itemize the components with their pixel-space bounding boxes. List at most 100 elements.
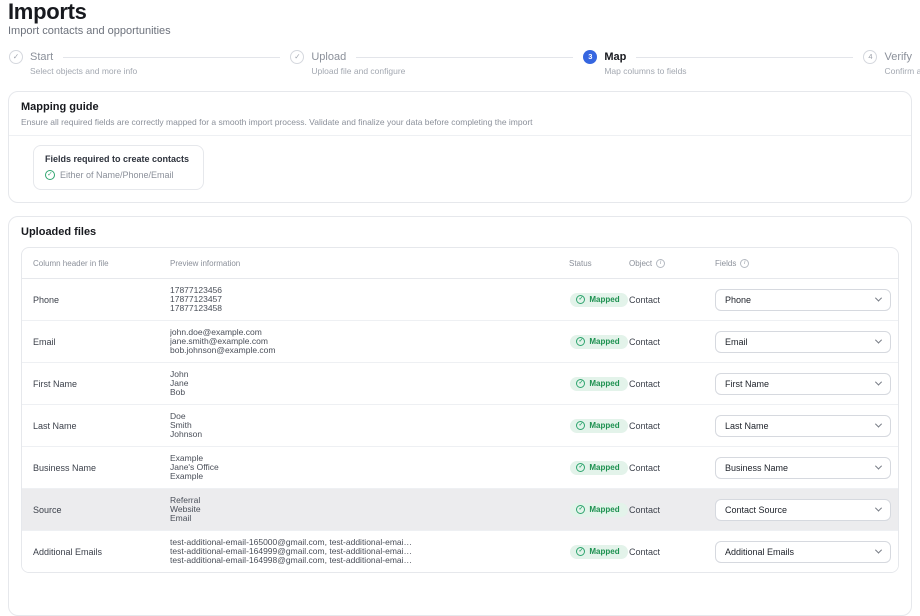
status-label: Mapped: [589, 505, 619, 515]
column-name: Source: [33, 505, 170, 515]
preview-values: JohnJaneBob: [170, 370, 569, 397]
stepper-step[interactable]: 3 Map Map columns to fields: [583, 50, 626, 64]
object-name: Contact: [629, 505, 715, 515]
required-fields-requirement: Either of Name/Phone/Email: [60, 170, 174, 180]
table-row[interactable]: Last Name DoeSmithJohnson ✓ Mapped Conta…: [22, 404, 898, 446]
table-row[interactable]: Additional Emails test-additional-email-…: [22, 530, 898, 572]
status-label: Mapped: [589, 379, 619, 389]
column-name: Email: [33, 337, 170, 347]
object-name: Contact: [629, 379, 715, 389]
status-label: Mapped: [589, 547, 619, 557]
header-status: Status: [569, 259, 629, 268]
status-badge: ✓ Mapped: [570, 461, 627, 475]
status-badge: ✓ Mapped: [570, 419, 627, 433]
field-select[interactable]: Additional Emails: [715, 541, 891, 563]
preview-values: ExampleJane's OfficeExample: [170, 454, 569, 481]
imports-page: Imports Import contacts and opportunitie…: [0, 0, 920, 616]
chevron-down-icon: [875, 337, 882, 344]
status-badge: ✓ Mapped: [570, 335, 627, 349]
step-description: Upload file and configure: [311, 66, 405, 76]
header-column-name: Column header in file: [33, 259, 170, 268]
check-circle-icon: ✓: [576, 421, 585, 430]
chevron-down-icon: [875, 379, 882, 386]
mapping-guide-card: Mapping guide Ensure all required fields…: [8, 91, 912, 203]
field-select[interactable]: Business Name: [715, 457, 891, 479]
field-select-value: Contact Source: [725, 505, 787, 515]
step-label: Upload: [311, 50, 346, 64]
step-label: Verify: [884, 50, 912, 64]
step-description: Select objects and more info: [30, 66, 137, 76]
table-header-row: Column header in file Preview informatio…: [22, 248, 898, 279]
field-select-value: Email: [725, 337, 748, 347]
page-subtitle: Import contacts and opportunities: [8, 26, 912, 37]
field-select[interactable]: First Name: [715, 373, 891, 395]
check-circle-icon: ✓: [576, 505, 585, 514]
check-circle-icon: ✓: [576, 379, 585, 388]
required-fields-title: Fields required to create contacts: [45, 154, 189, 164]
preview-values: test-additional-email-165000@gmail.com, …: [170, 538, 569, 565]
header-preview: Preview information: [170, 259, 569, 268]
object-name: Contact: [629, 463, 715, 473]
table-body: Phone 178771234561787712345717877123458 …: [22, 279, 898, 572]
chevron-down-icon: [875, 547, 882, 554]
column-name: Phone: [33, 295, 170, 305]
step-description: Confirm and finalize selection: [884, 66, 920, 76]
header-fields: Fieldsi: [715, 259, 891, 268]
mapping-table: Column header in file Preview informatio…: [21, 247, 899, 573]
check-circle-icon: ✓: [576, 295, 585, 304]
step-indicator: 3: [583, 50, 597, 64]
step-connector: [356, 57, 573, 58]
field-select-value: Last Name: [725, 421, 769, 431]
object-name: Contact: [629, 421, 715, 431]
stepper-step[interactable]: ✓ Start Select objects and more info: [9, 50, 53, 64]
chevron-down-icon: [875, 463, 882, 470]
field-select-value: First Name: [725, 379, 769, 389]
preview-values: DoeSmithJohnson: [170, 412, 569, 439]
page-title: Imports: [8, 2, 912, 22]
step-connector: [63, 57, 280, 58]
required-fields-card: Fields required to create contacts ✓ Eit…: [33, 145, 204, 190]
field-select-value: Additional Emails: [725, 547, 794, 557]
column-name: Additional Emails: [33, 547, 170, 557]
table-row[interactable]: Phone 178771234561787712345717877123458 …: [22, 279, 898, 320]
uploaded-files-card: Uploaded files Column header in file Pre…: [8, 216, 912, 616]
step-connector: [636, 57, 853, 58]
import-stepper: ✓ Start Select objects and more info ✓ U…: [8, 50, 912, 77]
info-icon[interactable]: i: [656, 259, 665, 268]
chevron-down-icon: [875, 421, 882, 428]
step-label: Map: [604, 50, 626, 64]
object-name: Contact: [629, 337, 715, 347]
status-label: Mapped: [589, 463, 619, 473]
column-name: First Name: [33, 379, 170, 389]
chevron-down-icon: [875, 295, 882, 302]
check-circle-icon: ✓: [576, 337, 585, 346]
table-row[interactable]: Email john.doe@example.comjane.smith@exa…: [22, 320, 898, 362]
stepper-step[interactable]: ✓ Upload Upload file and configure: [290, 50, 346, 64]
table-row[interactable]: Business Name ExampleJane's OfficeExampl…: [22, 446, 898, 488]
status-label: Mapped: [589, 421, 619, 431]
field-select[interactable]: Phone: [715, 289, 891, 311]
check-circle-icon: ✓: [576, 463, 585, 472]
status-badge: ✓ Mapped: [570, 503, 627, 517]
status-label: Mapped: [589, 337, 619, 347]
info-icon[interactable]: i: [740, 259, 749, 268]
status-label: Mapped: [589, 295, 619, 305]
field-select[interactable]: Last Name: [715, 415, 891, 437]
table-row[interactable]: Source ReferralWebsiteEmail ✓ Mapped Con…: [22, 488, 898, 530]
header-object: Objecti: [629, 259, 715, 268]
step-indicator: 4: [863, 50, 877, 64]
step-indicator: ✓: [9, 50, 23, 64]
preview-values: 178771234561787712345717877123458: [170, 286, 569, 313]
object-name: Contact: [629, 547, 715, 557]
field-select-value: Business Name: [725, 463, 788, 473]
status-badge: ✓ Mapped: [570, 545, 627, 559]
step-label: Start: [30, 50, 53, 64]
field-select-value: Phone: [725, 295, 751, 305]
field-select[interactable]: Contact Source: [715, 499, 891, 521]
step-description: Map columns to fields: [604, 66, 686, 76]
field-select[interactable]: Email: [715, 331, 891, 353]
stepper-step[interactable]: 4 Verify Confirm and finalize selection: [863, 50, 912, 64]
mapping-guide-title: Mapping guide: [21, 101, 899, 114]
table-row[interactable]: First Name JohnJaneBob ✓ Mapped Contact …: [22, 362, 898, 404]
mapping-guide-description: Ensure all required fields are correctly…: [21, 117, 899, 127]
